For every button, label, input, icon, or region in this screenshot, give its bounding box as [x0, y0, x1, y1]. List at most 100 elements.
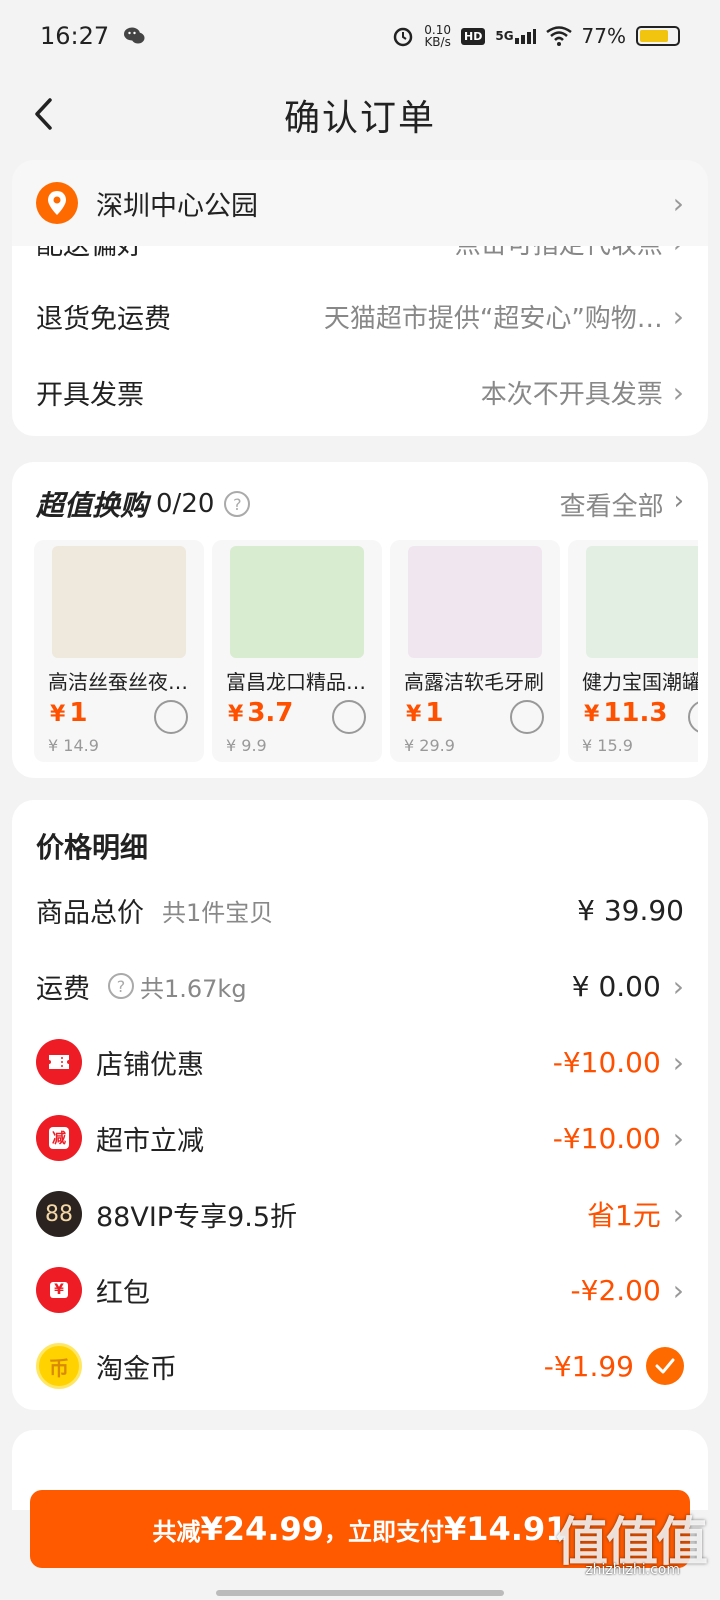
back-button[interactable] [22, 92, 66, 136]
product-original-price: ¥ 15.9 [582, 736, 633, 755]
swap-product[interactable]: 健力宝国潮罐 ¥11.3 ¥ 15.9 [568, 540, 698, 762]
battery-icon [636, 26, 680, 46]
pay-discount-prefix: 共减 [152, 1517, 201, 1546]
net-speed-unit: KB/s [424, 35, 451, 49]
pay-discount-amount: ¥24.99 [200, 1510, 324, 1548]
product-price: ¥1 [406, 698, 443, 728]
price-detail-card: 价格明细 商品总价 共1件宝贝 ¥ 39.90 运费? 共1.67kg ¥ 0.00… [12, 800, 708, 1410]
product-price: ¥11.3 [584, 698, 667, 728]
product-price: ¥1 [50, 698, 87, 728]
swap-deals-card: 超值换购 0/20 ? 查看全部 › 高洁丝蚕丝夜安裤 ¥1 ¥ 14.9 富昌… [12, 462, 708, 778]
shipping-weight: 共1.67kg [140, 974, 247, 1003]
swap-product[interactable]: 高露洁软毛牙刷 ¥1 ¥ 29.9 [390, 540, 560, 762]
product-original-price: ¥ 29.9 [404, 736, 455, 755]
product-price-value: 1 [425, 698, 444, 728]
currency-symbol: ¥ [584, 702, 600, 727]
select-radio[interactable] [154, 700, 188, 734]
chevron-right-icon: › [672, 1273, 684, 1307]
invoice-value: 本次不开具发票 [480, 379, 663, 410]
chevron-right-icon: › [672, 299, 684, 333]
page-title: 确认订单 [283, 98, 436, 139]
store-discount-label: 店铺优惠 [96, 1049, 204, 1081]
red-packet-icon-label: ¥ [50, 1282, 68, 1298]
wifi-icon [545, 26, 572, 46]
return-shipping-row[interactable]: 退货免运费 天猫超市提供“超安心”购物… › [36, 296, 684, 336]
product-image [408, 546, 542, 658]
status-bar: 16:27 0.10 KB/s HD 5G 77% [0, 0, 720, 72]
return-shipping-label: 退货免运费 [36, 303, 171, 335]
vip-discount-value: 省1元 [586, 1199, 661, 1232]
wechat-icon [123, 26, 145, 46]
view-all-link[interactable]: 查看全部 › [560, 486, 684, 523]
swap-product[interactable]: 高洁丝蚕丝夜安裤 ¥1 ¥ 14.9 [34, 540, 204, 762]
select-radio[interactable] [332, 700, 366, 734]
product-original-price: ¥ 9.9 [226, 736, 267, 755]
product-price-value: 11.3 [603, 698, 668, 728]
red-packet-value: -¥2.00 [570, 1273, 661, 1307]
chevron-right-icon: › [672, 1045, 684, 1079]
select-radio[interactable] [688, 700, 698, 734]
shipping-row[interactable]: 运费? 共1.67kg ¥ 0.00 › [36, 956, 684, 1016]
coupon-icon [36, 1039, 82, 1085]
chevron-right-icon: › [672, 186, 684, 220]
hd-badge: HD [461, 27, 486, 45]
taojinbi-label: 淘金币 [96, 1353, 177, 1385]
address-bar[interactable]: 深圳中心公园 › [12, 160, 708, 246]
store-discount-value: -¥10.00 [552, 1045, 661, 1079]
swap-product[interactable]: 富昌龙口精品粉丝 ¥3.7 ¥ 9.9 [212, 540, 382, 762]
back-arrow-icon [35, 98, 52, 130]
goods-count: 共1件宝贝 [162, 898, 274, 927]
product-price: ¥3.7 [228, 698, 293, 728]
checkmark-icon[interactable] [646, 1347, 684, 1385]
store-discount-row[interactable]: 店铺优惠 -¥10.00 › [36, 1032, 684, 1092]
status-time: 16:27 [40, 22, 110, 50]
gold-coin-icon: 币 [36, 1343, 82, 1389]
address-text: 深圳中心公园 [96, 190, 258, 222]
market-discount-value: -¥10.00 [552, 1121, 661, 1155]
product-name: 富昌龙口精品粉丝 [226, 670, 378, 694]
chevron-right-icon: › [672, 969, 684, 1003]
signal-label: 5G [495, 29, 514, 43]
taojinbi-row[interactable]: 币淘金币 -¥1.99 [36, 1336, 684, 1396]
delivery-preference-row[interactable]: 配送偏好 点击可指定代收点 › [36, 240, 684, 280]
chevron-right-icon: › [672, 1121, 684, 1155]
product-image [52, 546, 186, 658]
shipping-label: 运费 [36, 973, 90, 1005]
invoice-label: 开具发票 [36, 379, 144, 411]
invoice-row[interactable]: 开具发票 本次不开具发票 › [36, 372, 684, 412]
product-price-value: 3.7 [247, 698, 294, 728]
home-indicator[interactable] [216, 1590, 504, 1596]
vip-discount-row[interactable]: 88 88VIP专享9.5折 省1元 › [36, 1184, 684, 1244]
red-packet-icon: ¥ [36, 1267, 82, 1313]
help-icon[interactable]: ? [224, 491, 251, 517]
product-original-price: ¥ 14.9 [48, 736, 99, 755]
status-right: 0.10 KB/s HD 5G 77% [392, 24, 680, 48]
chevron-right-icon: › [673, 485, 684, 516]
goods-total-row: 商品总价 共1件宝贝 ¥ 39.90 [36, 880, 684, 940]
watermark-url: zhizhizhi.com [585, 1562, 680, 1578]
vip-discount-label: 88VIP专享9.5折 [96, 1201, 298, 1233]
product-image [586, 546, 698, 658]
view-all-label: 查看全部 [559, 491, 664, 522]
red-packet-row[interactable]: ¥ 红包 -¥2.00 › [36, 1260, 684, 1320]
reduce-icon-label: 减 [49, 1127, 69, 1149]
swap-product-list[interactable]: 高洁丝蚕丝夜安裤 ¥1 ¥ 14.9 富昌龙口精品粉丝 ¥3.7 ¥ 9.9 高… [34, 540, 698, 762]
product-name: 高露洁软毛牙刷 [404, 670, 544, 694]
help-icon[interactable]: ? [108, 973, 134, 999]
swap-title: 超值换购 [36, 489, 149, 522]
product-price-value: 1 [69, 698, 88, 728]
swap-count: 0/20 [156, 489, 215, 519]
taojinbi-value: -¥1.99 [543, 1349, 634, 1383]
red-packet-label: 红包 [96, 1277, 150, 1309]
product-image [230, 546, 364, 658]
market-discount-label: 超市立减 [96, 1125, 204, 1157]
select-radio[interactable] [510, 700, 544, 734]
price-detail-title: 价格明细 [36, 831, 149, 864]
signal-icon: 5G [495, 28, 536, 44]
net-speed: 0.10 KB/s [424, 24, 451, 48]
market-discount-row[interactable]: 减 超市立减 -¥10.00 › [36, 1108, 684, 1168]
chevron-right-icon: › [672, 375, 684, 409]
nav-bar: 确认订单 [0, 72, 720, 158]
currency-symbol: ¥ [406, 702, 422, 727]
currency-symbol: ¥ [50, 702, 66, 727]
